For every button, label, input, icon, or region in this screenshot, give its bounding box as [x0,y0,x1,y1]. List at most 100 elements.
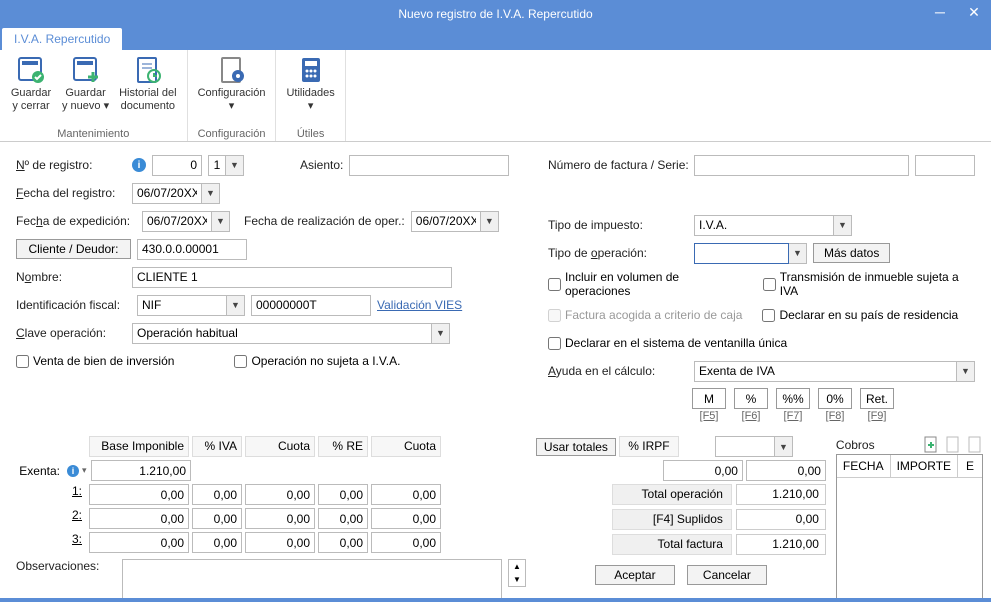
ribbon-group-utiles: Utilidades▾ Útiles [276,50,345,141]
ribbon-group-configuracion: Configuración▾ Configuración [188,50,277,141]
ayuda-calculo-label: Ayuda en el cálculo: [548,364,688,378]
nombre-input[interactable] [132,267,452,288]
calc-ret-button[interactable]: Ret. [860,388,894,409]
delete-doc-icon[interactable] [967,436,983,454]
ayuda-calculo-select[interactable] [694,361,957,382]
dropdown-icon[interactable]: ▼ [481,211,499,232]
grid-cell[interactable] [192,508,242,529]
grid-cell[interactable] [318,484,368,505]
totals-label: Total factura [612,534,732,555]
calc-pct-button[interactable]: % [734,388,768,409]
dropdown-icon[interactable]: ▼ [227,295,245,316]
dropdown-icon[interactable]: ▼ [202,183,220,204]
ribbon-label: Configuración▾ [198,87,266,112]
key-hint: [F5] [692,410,726,422]
dropdown-icon[interactable]: ▼ [432,323,450,344]
grid-cell[interactable] [89,532,189,553]
grid-cell[interactable] [192,484,242,505]
guardar-cerrar-button[interactable]: Guardary cerrar [6,52,56,127]
serie-factura-input[interactable] [915,155,975,176]
grid-cell[interactable] [371,484,441,505]
chevron-down-icon[interactable]: ▾ [82,465,88,476]
tipo-impuesto-select[interactable] [694,215,834,236]
usar-totales-button[interactable]: Usar totales [536,438,616,456]
clave-operacion-select[interactable] [132,323,432,344]
vies-link[interactable]: Validación VIES [377,298,462,312]
ribbon-label: Historial deldocumento [119,87,176,112]
irpf-total-input[interactable] [746,460,826,481]
cliente-deudor-button[interactable]: Cliente / Deudor: [16,239,131,259]
transmision-inmueble-check[interactable]: Transmisión de inmueble sujeta a IVA [763,270,975,298]
spin-down-icon[interactable]: ▼ [509,573,525,586]
n-registro-input[interactable] [152,155,202,176]
key-hint: [F8] [818,410,852,422]
num-factura-input[interactable] [694,155,909,176]
dropdown-icon[interactable]: ▼ [226,155,244,176]
op-no-sujeta-check[interactable]: Operación no sujeta a I.V.A. [234,354,400,368]
col-irpf: % IRPF [619,436,679,457]
utilidades-button[interactable]: Utilidades▾ [282,52,338,127]
cancelar-button[interactable]: Cancelar [687,565,767,585]
fecha-registro-input[interactable] [132,183,202,204]
grid-cell[interactable] [89,484,189,505]
irpf-select[interactable] [715,436,775,457]
form-area: Nº de registro: i ▼ Asiento: Fecha del r… [0,142,991,598]
info-icon[interactable]: i [67,465,79,477]
fecha-realizacion-label: Fecha de realización de oper.: [244,214,405,228]
spin-up-icon[interactable]: ▲ [509,560,525,573]
edit-doc-icon[interactable] [945,436,961,454]
fecha-realizacion-input[interactable] [411,211,481,232]
calc-m-button[interactable]: M [692,388,726,409]
tipo-operacion-select[interactable] [694,243,789,264]
cliente-input[interactable] [137,239,247,260]
calc-pctpct-button[interactable]: %% [776,388,810,409]
configuracion-button[interactable]: Configuración▾ [194,52,270,127]
dropdown-icon[interactable]: ▼ [834,215,852,236]
tab-iva-repercutido[interactable]: I.V.A. Repercutido [2,28,122,50]
info-icon[interactable]: i [132,158,146,172]
grid-cell[interactable] [371,508,441,529]
grid-cell[interactable] [89,508,189,529]
dropdown-icon[interactable]: ▼ [775,436,793,457]
observaciones-textarea[interactable] [122,559,502,598]
ribbon-group-label: Mantenimiento [6,127,181,140]
col-pct-re: % RE [318,436,368,457]
fecha-expedicion-input[interactable] [142,211,212,232]
aceptar-button[interactable]: Aceptar [595,565,675,585]
observaciones-label: Observaciones: [16,559,116,573]
grid-cell[interactable] [245,508,315,529]
grid-cell[interactable] [318,508,368,529]
incluir-volumen-check[interactable]: Incluir en volumen de operaciones [548,270,743,298]
dropdown-icon[interactable]: ▼ [957,361,975,382]
grid-cell[interactable] [245,532,315,553]
grid-cell[interactable] [192,532,242,553]
grid-cell[interactable] [318,532,368,553]
num-factura-label: Número de factura / Serie: [548,158,688,172]
historial-doc-button[interactable]: Historial deldocumento [115,52,180,127]
grid-cell[interactable] [371,532,441,553]
dropdown-icon[interactable]: ▼ [789,243,807,264]
add-doc-icon[interactable] [923,436,939,454]
tipo-impuesto-label: Tipo de impuesto: [548,218,688,232]
guardar-nuevo-button[interactable]: Guardary nuevo ▾ [58,52,113,127]
n-registro-serie-input[interactable] [208,155,226,176]
grid-cell[interactable] [245,484,315,505]
ventanilla-check[interactable]: Declarar en el sistema de ventanilla úni… [548,336,787,350]
calc-0pct-button[interactable]: 0% [818,388,852,409]
dropdown-icon[interactable]: ▼ [212,211,230,232]
declarar-pais-check[interactable]: Declarar en su país de residencia [762,308,958,322]
asiento-input[interactable] [349,155,509,176]
exenta-input[interactable] [91,460,191,481]
id-fiscal-input[interactable] [251,295,371,316]
venta-bien-check[interactable]: Venta de bien de inversión [16,354,174,368]
ribbon-label: Guardary cerrar [11,87,51,112]
id-fiscal-tipo-select[interactable] [137,295,227,316]
gear-icon [216,54,248,86]
close-button[interactable]: ✕ [957,0,991,24]
calculator-icon [295,54,327,86]
mas-datos-button[interactable]: Más datos [813,243,890,263]
tipo-operacion-label: Tipo de operación: [548,246,688,260]
ribbon: Guardary cerrar Guardary nuevo ▾ Histori… [0,50,991,142]
irpf-prev-input[interactable] [663,460,743,481]
minimize-button[interactable]: ─ [923,0,957,24]
